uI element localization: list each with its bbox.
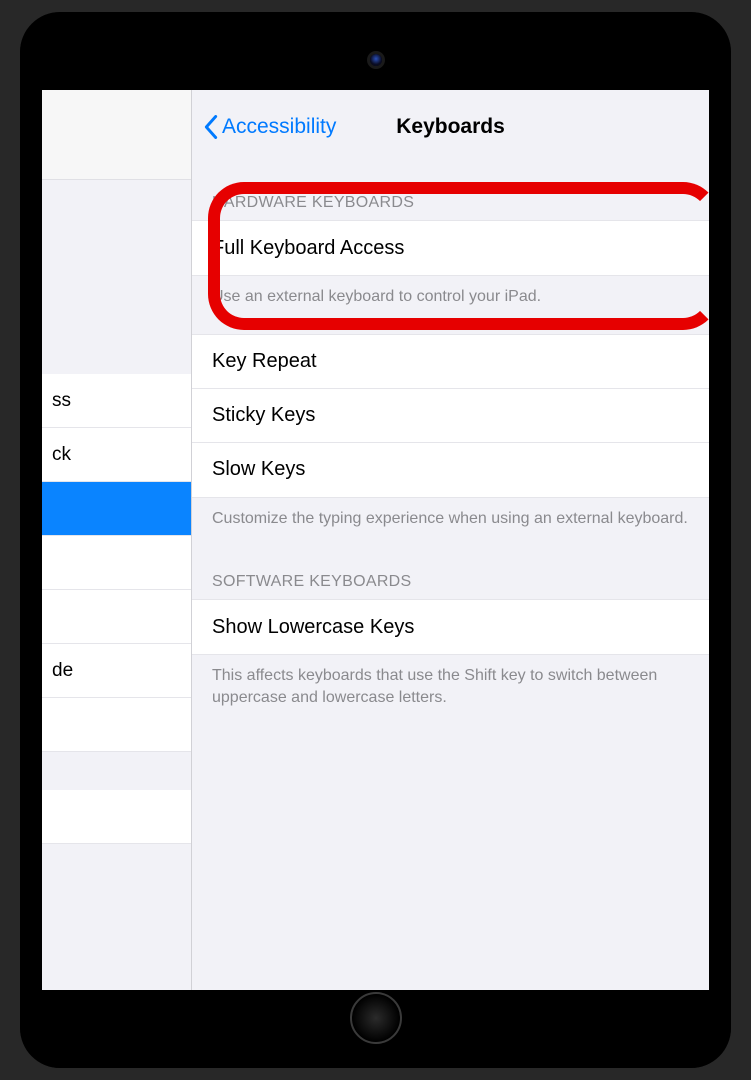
- detail-pane: Accessibility Keyboards HARDWARE KEYBOAR…: [192, 90, 709, 990]
- sidebar-item-selected[interactable]: [42, 482, 191, 536]
- home-button[interactable]: [350, 992, 402, 1044]
- sidebar-item[interactable]: [42, 590, 191, 644]
- back-button[interactable]: Accessibility: [204, 115, 336, 139]
- navigation-bar: Accessibility Keyboards: [192, 90, 709, 164]
- cell-group: Full Keyboard Access: [192, 220, 709, 276]
- full-keyboard-access-row[interactable]: Full Keyboard Access: [192, 221, 709, 275]
- settings-sidebar: ss ck de: [42, 90, 192, 990]
- chevron-left-icon: [204, 115, 218, 139]
- slow-keys-row[interactable]: Slow Keys: [192, 443, 709, 497]
- section-header: HARDWARE KEYBOARDS: [192, 174, 709, 220]
- sidebar-item[interactable]: [42, 536, 191, 590]
- sidebar-item[interactable]: ck: [42, 428, 191, 482]
- section-footer: Use an external keyboard to control your…: [192, 276, 709, 318]
- cell-group: Show Lowercase Keys: [192, 599, 709, 655]
- key-repeat-row[interactable]: Key Repeat: [192, 335, 709, 389]
- sticky-keys-row[interactable]: Sticky Keys: [192, 389, 709, 443]
- section-footer: This affects keyboards that use the Shif…: [192, 655, 709, 718]
- section-footer: Customize the typing experience when usi…: [192, 498, 709, 540]
- ipad-frame: ss ck de Accessibility Keyboa: [20, 12, 731, 1068]
- cell-group: Key Repeat Sticky Keys Slow Keys: [192, 334, 709, 498]
- section-software: SOFTWARE KEYBOARDS Show Lowercase Keys T…: [192, 553, 709, 718]
- section-hardware-1: HARDWARE KEYBOARDS Full Keyboard Access …: [192, 174, 709, 318]
- screen: ss ck de Accessibility Keyboa: [42, 90, 709, 990]
- section-hardware-2: Key Repeat Sticky Keys Slow Keys Customi…: [192, 334, 709, 540]
- sidebar-item[interactable]: [42, 698, 191, 752]
- sidebar-item[interactable]: de: [42, 644, 191, 698]
- back-label: Accessibility: [222, 115, 336, 139]
- show-lowercase-keys-row[interactable]: Show Lowercase Keys: [192, 600, 709, 654]
- front-camera: [370, 54, 382, 66]
- sidebar-header: [42, 90, 191, 180]
- page-title: Keyboards: [396, 115, 505, 139]
- section-header: SOFTWARE KEYBOARDS: [192, 553, 709, 599]
- sidebar-item[interactable]: [42, 790, 191, 844]
- sidebar-item[interactable]: ss: [42, 374, 191, 428]
